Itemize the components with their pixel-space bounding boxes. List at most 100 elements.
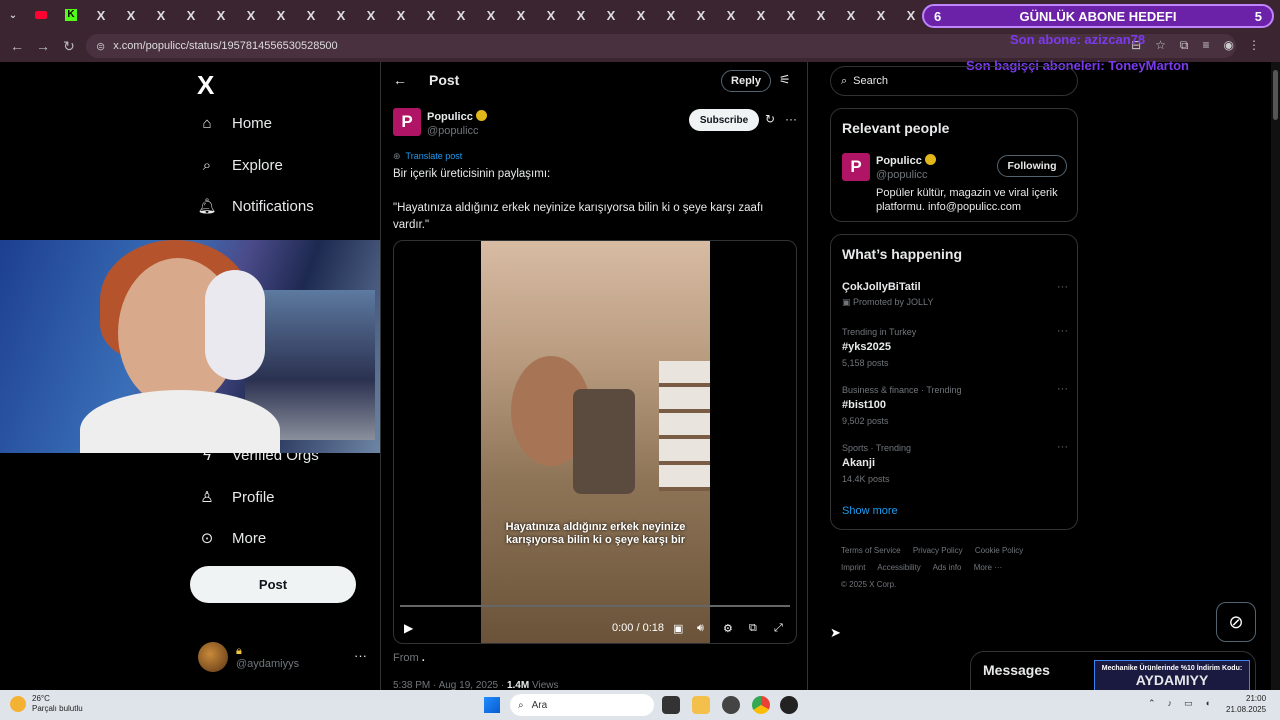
account-more-icon[interactable]: ··· [354, 648, 367, 663]
network-icon[interactable]: ▭ [1184, 698, 1193, 709]
relevant-avatar[interactable]: P [842, 153, 870, 181]
trend-item[interactable]: Business & finance · Trending #bist100 9… [842, 383, 1068, 426]
relevant-name[interactable]: Populicc [876, 154, 936, 167]
compose-post-button[interactable]: Post [190, 566, 356, 603]
search-input[interactable]: ⌕ Search [830, 66, 1078, 96]
footer-link[interactable]: Accessibility [877, 563, 921, 572]
x-tab[interactable]: X [506, 0, 536, 30]
scrollbar-thumb[interactable] [1273, 70, 1278, 120]
windows-start-icon[interactable] [484, 697, 500, 713]
x-tab[interactable]: X [686, 0, 716, 30]
obs-icon[interactable] [722, 696, 740, 714]
x-tab[interactable]: X [356, 0, 386, 30]
site-info-icon[interactable]: ⊜ [96, 40, 105, 53]
footer-link[interactable]: Privacy Policy [913, 546, 963, 555]
chrome-icon[interactable] [752, 696, 770, 714]
tray-chevron-icon[interactable]: ⌃ [1148, 698, 1156, 709]
x-tab[interactable]: X [296, 0, 326, 30]
x-tab[interactable]: X [806, 0, 836, 30]
file-explorer-icon[interactable] [692, 696, 710, 714]
tab-list-chevron-icon[interactable]: ⌄ [0, 0, 26, 30]
x-tab[interactable]: X [596, 0, 626, 30]
app-g-icon[interactable] [780, 696, 798, 714]
captions-icon[interactable]: ▣ [673, 622, 683, 635]
grok-float-icon[interactable]: ⊘ [1216, 602, 1256, 642]
grok-icon[interactable]: ↻ [765, 112, 775, 126]
kick-tab[interactable]: K [56, 0, 86, 30]
trend-item[interactable]: Sports · Trending Akanji 14.4K posts ··· [842, 441, 1068, 484]
x-logo[interactable]: X [197, 70, 214, 101]
author-handle[interactable]: @populicc [427, 125, 479, 137]
volume-tray-icon[interactable]: ◖ [1205, 698, 1210, 709]
back-icon[interactable]: ← [4, 38, 30, 54]
footer-link[interactable]: Terms of Service [841, 546, 901, 555]
more-options-icon[interactable]: ··· [785, 112, 797, 126]
author-avatar[interactable]: P [393, 108, 421, 136]
forward-icon[interactable]: → [30, 38, 56, 54]
translate-post-link[interactable]: ⊕ Translate post [393, 151, 462, 162]
footer-link[interactable]: Imprint [841, 563, 865, 572]
nav-home[interactable]: ⌂ Home [198, 114, 272, 132]
extensions-icon[interactable]: ⧉ [1180, 38, 1189, 53]
trend-more-icon[interactable]: ··· [1057, 383, 1068, 395]
back-arrow-icon[interactable]: ← [393, 72, 407, 88]
x-tab[interactable]: X [446, 0, 476, 30]
subscribe-button[interactable]: Subscribe [689, 109, 759, 131]
nav-explore[interactable]: ⌕ Explore [198, 156, 283, 174]
youtube-tab-icon[interactable] [26, 0, 56, 30]
play-icon[interactable]: ▶ [404, 621, 413, 635]
pip-icon[interactable]: ⧉ [749, 622, 757, 635]
filter-settings-icon[interactable]: ⚟ [779, 72, 791, 88]
system-clock[interactable]: 21:00 21.08.2025 [1226, 693, 1266, 715]
author-name[interactable]: Populicc [427, 110, 487, 123]
trend-more-icon[interactable]: ··· [1057, 325, 1068, 337]
trend-more-icon[interactable]: ··· [1057, 281, 1068, 293]
x-tab[interactable]: X [266, 0, 296, 30]
account-switcher[interactable]: 🔒︎ @aydamiyys ··· [198, 642, 367, 672]
x-tab[interactable]: X [176, 0, 206, 30]
x-tab[interactable]: X [866, 0, 896, 30]
video-player[interactable]: Hayatınıza aldığınız erkek neyinize karı… [393, 240, 797, 644]
following-button[interactable]: Following [997, 155, 1067, 177]
nav-profile[interactable]: ♙ Profile [198, 488, 274, 507]
x-tab[interactable]: X [236, 0, 266, 30]
x-tab[interactable]: X [566, 0, 596, 30]
trend-more-icon[interactable]: ··· [1057, 441, 1068, 453]
profile-avatar-icon[interactable]: ◉ [1224, 38, 1234, 53]
x-tab[interactable]: X [836, 0, 866, 30]
x-tab[interactable]: X [146, 0, 176, 30]
x-tab[interactable]: X [116, 0, 146, 30]
trend-item[interactable]: ÇokJollyBiTatil ▣ Promoted by JOLLY ··· [842, 281, 1068, 308]
x-tab[interactable]: X [776, 0, 806, 30]
x-tab[interactable]: X [626, 0, 656, 30]
x-tab[interactable]: X [716, 0, 746, 30]
trend-item[interactable]: Trending in Turkey #yks2025 5,158 posts … [842, 325, 1068, 368]
footer-link[interactable]: Ads info [933, 563, 962, 572]
footer-link[interactable]: Cookie Policy [975, 546, 1023, 555]
media-icon[interactable]: ≡ [1203, 38, 1210, 53]
x-tab[interactable]: X [416, 0, 446, 30]
task-view-icon[interactable] [662, 696, 680, 714]
settings-gear-icon[interactable]: ⚙ [723, 622, 733, 635]
x-tab[interactable]: X [206, 0, 236, 30]
bookmark-star-icon[interactable]: ☆ [1155, 38, 1166, 53]
reload-icon[interactable]: ↻ [56, 38, 82, 55]
x-tab[interactable]: X [656, 0, 686, 30]
show-more-link[interactable]: Show more [842, 505, 898, 517]
weather-widget[interactable]: 26°C Parçalı bulutlu [10, 694, 83, 714]
nav-notifications[interactable]: 🔔︎ Notifications [197, 197, 313, 216]
fullscreen-icon[interactable]: ⤢ [774, 622, 783, 635]
x-tab[interactable]: X [536, 0, 566, 30]
x-tab[interactable]: X [746, 0, 776, 30]
x-tab[interactable]: X [386, 0, 416, 30]
x-tab[interactable]: X [326, 0, 356, 30]
reply-button[interactable]: Reply [721, 70, 771, 92]
nav-more[interactable]: ⊙ More [198, 529, 266, 548]
taskbar-search[interactable]: ⌕ Ara [510, 694, 654, 716]
page-scrollbar[interactable] [1271, 62, 1280, 692]
x-tab[interactable]: X [476, 0, 506, 30]
x-tab[interactable]: X [86, 0, 116, 30]
mic-icon[interactable]: ♪ [1168, 698, 1173, 709]
menu-icon[interactable]: ⋮ [1248, 38, 1260, 53]
footer-link[interactable]: More ··· [974, 563, 1002, 572]
